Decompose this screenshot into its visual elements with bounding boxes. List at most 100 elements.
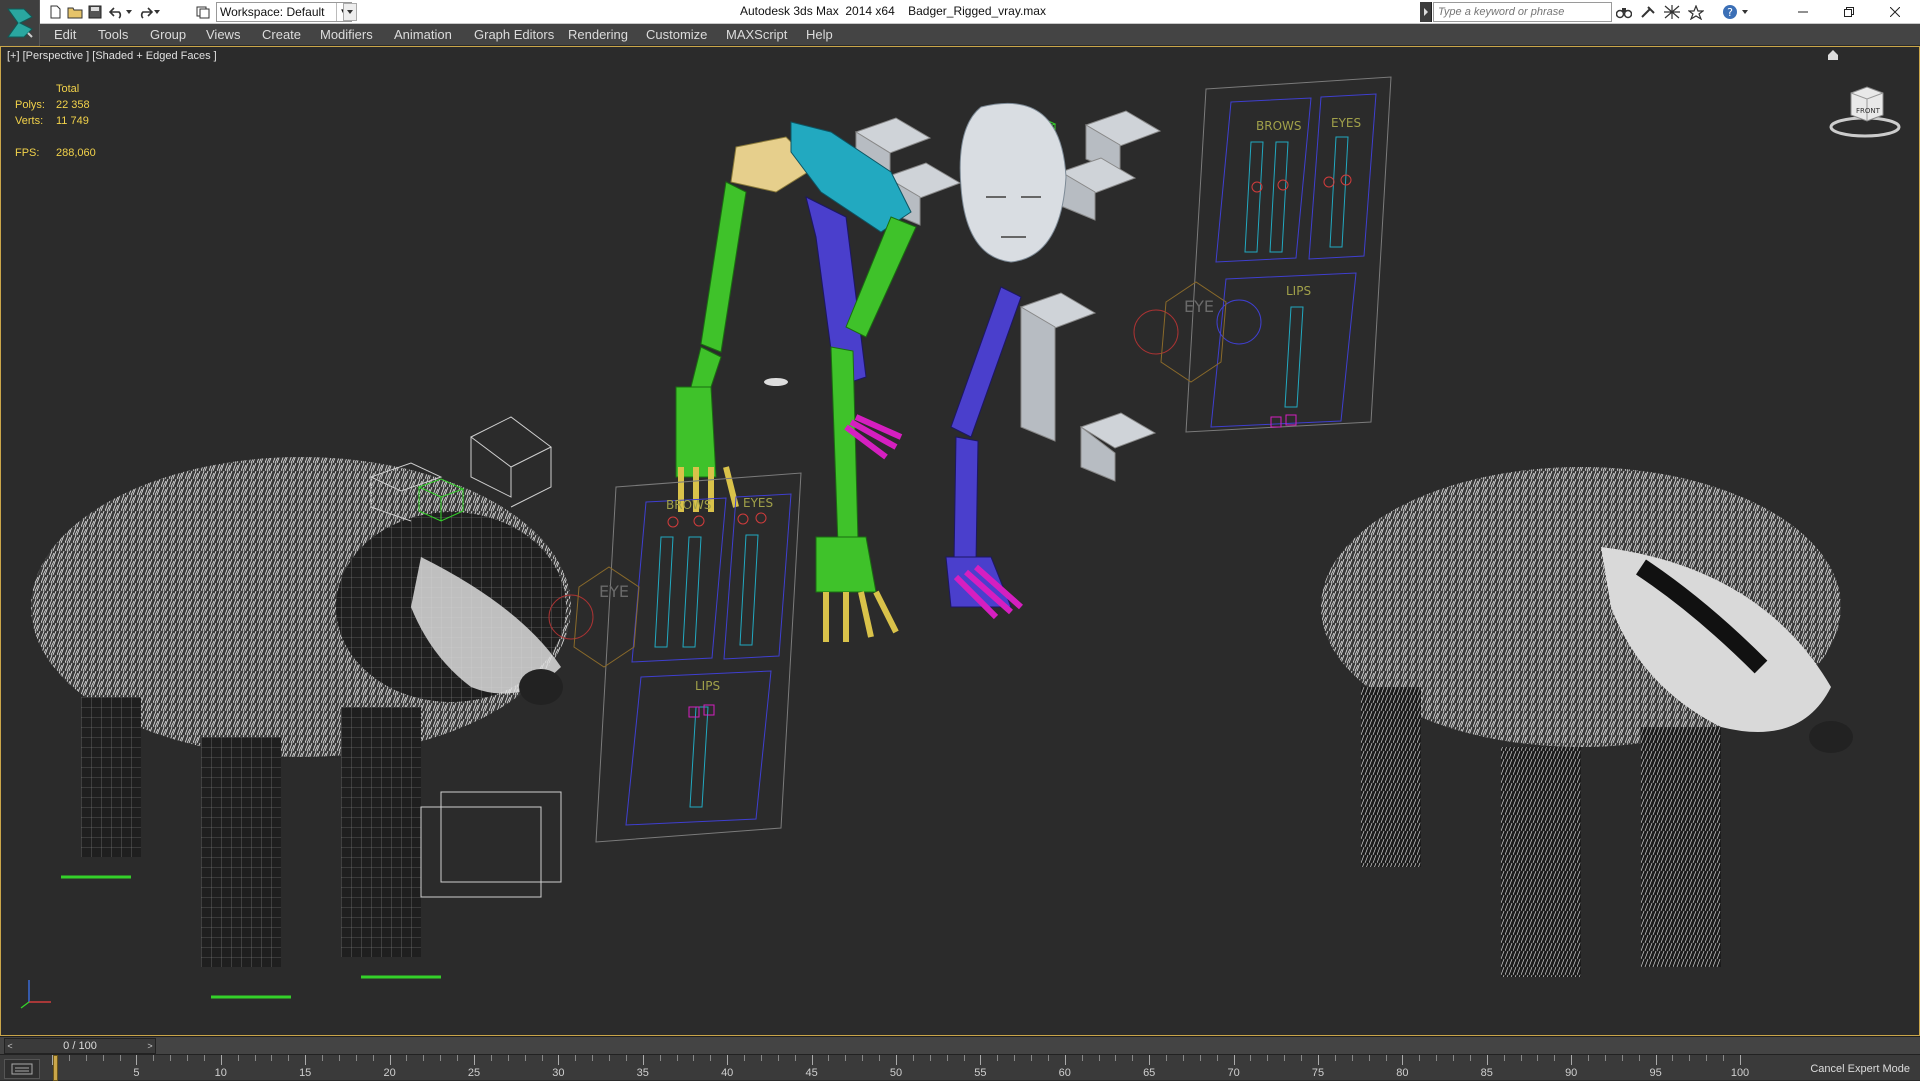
new-file-icon[interactable]: [46, 3, 64, 21]
menu-maxscript[interactable]: MAXScript: [726, 27, 787, 42]
time-cursor[interactable]: [53, 1055, 58, 1081]
workspace-label: Workspace: Default: [220, 5, 325, 19]
project-folder-icon[interactable]: [194, 3, 212, 21]
timeline-tick: [609, 1055, 611, 1061]
timeline-tick: [1098, 1055, 1100, 1061]
undo-dropdown-icon[interactable]: [124, 3, 134, 21]
head-mesh[interactable]: [959, 102, 1067, 263]
timeline-tick: [896, 1055, 897, 1065]
menu-modifiers[interactable]: Modifiers: [320, 27, 373, 42]
menu-edit[interactable]: Edit: [54, 27, 76, 42]
timeline-tick: [1453, 1055, 1455, 1061]
timeline-tick: [187, 1055, 189, 1061]
timeline-tick: [1723, 1055, 1725, 1061]
badger-left-model[interactable]: [31, 457, 571, 999]
open-mini-curve-editor-icon[interactable]: [4, 1059, 40, 1079]
search-box[interactable]: [1433, 2, 1612, 22]
open-file-icon[interactable]: [66, 3, 84, 21]
search-expand-button[interactable]: [1420, 2, 1432, 22]
menu-bar: Edit Tools Group Views Create Modifiers …: [40, 24, 1920, 46]
favorites-star-icon[interactable]: [1686, 3, 1706, 21]
timeline-tick: [1419, 1055, 1421, 1061]
timeline-tick-label: 85: [1480, 1067, 1493, 1079]
timeline-tick-label: 20: [383, 1067, 396, 1079]
timeline-tick: [1503, 1055, 1505, 1061]
timeline-tick: [1740, 1055, 1741, 1065]
timeline-tick: [1216, 1055, 1218, 1061]
timeline-tick: [541, 1055, 543, 1061]
timeline-tick-label: 100: [1730, 1067, 1750, 1079]
timeline-tick: [693, 1055, 695, 1061]
3dsmax-logo-icon: [7, 8, 33, 38]
app-title: Autodesk 3ds Max 2014 x64: [740, 4, 895, 18]
timeline-tick: [980, 1055, 982, 1065]
timeline-tick: [237, 1055, 239, 1061]
menu-help[interactable]: Help: [806, 27, 833, 42]
time-slider[interactable]: < 0 / 100 >: [4, 1038, 156, 1054]
timeline-tick: [1385, 1055, 1387, 1061]
timeline-tick: [845, 1055, 847, 1061]
timeline-tick: [338, 1055, 340, 1061]
close-button[interactable]: [1872, 0, 1918, 24]
binoculars-icon[interactable]: [1614, 3, 1634, 21]
eyes-label-lower: EYES: [743, 496, 773, 510]
timeline-tick: [1199, 1055, 1201, 1061]
eye-label-lower: EYE: [599, 582, 629, 601]
application-menu-button[interactable]: [0, 0, 40, 46]
workspace-menu-icon[interactable]: [343, 3, 357, 21]
timeline-tick: [558, 1055, 560, 1065]
menu-animation[interactable]: Animation: [394, 27, 452, 42]
timeline-tick: [322, 1055, 324, 1061]
perspective-viewport[interactable]: [+] [Perspective ] [Shaded + Edged Faces…: [0, 46, 1920, 1036]
frame-counter: 0 / 100: [63, 1040, 97, 1052]
facial-control-panel-lower[interactable]: [548, 472, 802, 843]
menu-create[interactable]: Create: [262, 27, 301, 42]
subscription-center-icon[interactable]: [1638, 3, 1658, 21]
timeline-tick: [153, 1055, 155, 1061]
timeline-tick: [1554, 1055, 1556, 1061]
workspace-dropdown[interactable]: Workspace: Default ▼: [216, 2, 352, 22]
timeline-tick: [1250, 1055, 1252, 1061]
restore-button[interactable]: [1826, 0, 1872, 24]
help-dropdown-icon[interactable]: [1740, 3, 1750, 21]
timeline-tick: [490, 1055, 492, 1061]
menu-tools[interactable]: Tools: [98, 27, 128, 42]
timeline-tick: [288, 1055, 290, 1061]
redo-dropdown-icon[interactable]: [152, 3, 162, 21]
timeline-tick: [1689, 1055, 1691, 1061]
timeline-tick-label: 25: [467, 1067, 481, 1079]
save-file-icon[interactable]: [86, 3, 104, 21]
timeline-tick: [389, 1055, 391, 1065]
track-bar[interactable]: 0510152025303540455055606570758085909510…: [0, 1054, 1920, 1081]
timeline-tick: [1672, 1055, 1674, 1061]
timeline-tick-label: 95: [1649, 1067, 1662, 1079]
help-icon[interactable]: ?: [1720, 3, 1740, 21]
badger-right-model[interactable]: [1321, 467, 1853, 977]
menu-group[interactable]: Group: [150, 27, 186, 42]
timeline-tick: [811, 1055, 813, 1065]
minimize-button[interactable]: [1780, 0, 1826, 24]
communication-center-icon[interactable]: [1662, 3, 1682, 21]
svg-text:?: ?: [1727, 6, 1733, 19]
eyes-label-upper: EYES: [1331, 116, 1361, 130]
menu-graph-editors[interactable]: Graph Editors: [474, 27, 554, 42]
timeline-ruler[interactable]: 0510152025303540455055606570758085909510…: [52, 1055, 1792, 1081]
timeline-tick: [659, 1055, 661, 1061]
scene-canvas[interactable]: BROWS EYES LIPS EYE BROWS EYES LIPS EYE: [1, 47, 1919, 1035]
ground-marker[interactable]: [764, 378, 788, 386]
search-input[interactable]: [1434, 3, 1611, 21]
timeline-tick: [1537, 1055, 1539, 1061]
cancel-expert-mode-button[interactable]: Cancel Expert Mode: [1800, 1059, 1916, 1079]
next-frame-icon[interactable]: >: [145, 1039, 155, 1053]
timeline-tick: [1182, 1055, 1184, 1061]
menu-views[interactable]: Views: [206, 27, 240, 42]
timeline-tick: [1014, 1055, 1016, 1061]
timeline-tick: [710, 1055, 712, 1061]
timeline-tick: [85, 1055, 87, 1061]
menu-rendering[interactable]: Rendering: [568, 27, 628, 42]
timeline-tick: [220, 1055, 222, 1065]
menu-customize[interactable]: Customize: [646, 27, 707, 42]
axis-tripod-icon: [20, 980, 51, 1009]
timeline-tick-label: 40: [721, 1067, 734, 1079]
time-slider-bar: < 0 / 100 >: [0, 1036, 1920, 1054]
